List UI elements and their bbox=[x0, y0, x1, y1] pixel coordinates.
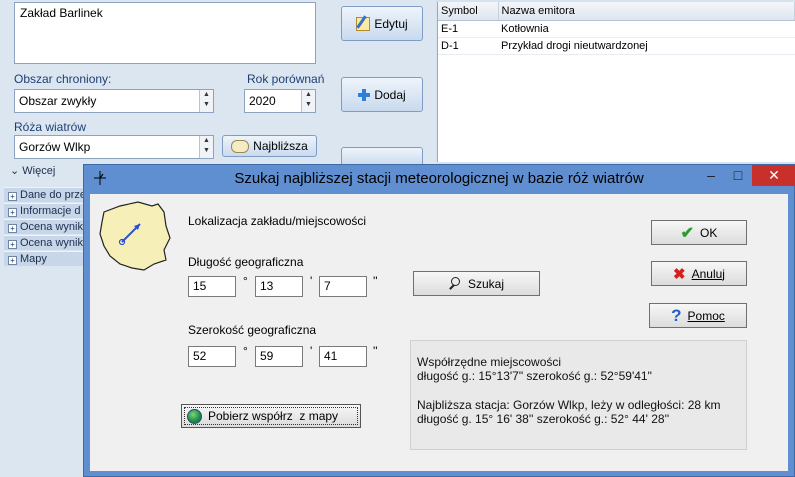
longitude-minutes-input[interactable]: 13 bbox=[255, 276, 303, 297]
degree-symbol: ° bbox=[243, 344, 248, 358]
latitude-minutes-input[interactable]: 59 bbox=[255, 346, 303, 367]
add-button-label: Dodaj bbox=[374, 87, 406, 102]
table-cell: E-1 bbox=[438, 20, 498, 38]
protected-area-value: Obszar zwykły bbox=[19, 94, 97, 108]
edit-button-label: Edytuj bbox=[374, 16, 408, 31]
chevron-down-icon: ⌄ bbox=[10, 165, 23, 177]
facility-name-field[interactable]: Zakład Barlinek bbox=[14, 2, 316, 64]
search-icon bbox=[449, 277, 462, 290]
search-button[interactable]: Szukaj bbox=[413, 271, 540, 296]
ok-button-label: OK bbox=[700, 225, 718, 240]
longitude-seconds-input[interactable]: 7 bbox=[319, 276, 367, 297]
add-icon bbox=[358, 88, 371, 101]
longitude-label: Długość geograficzna bbox=[188, 255, 304, 269]
get-coords-button-label: Pobierz współrz z mapy bbox=[208, 409, 339, 423]
year-stepper[interactable]: 2020 ▲ ▼ bbox=[244, 89, 316, 113]
result-info-panel: Współrzędne miejscowości długość g.: 15°… bbox=[410, 340, 747, 450]
emitters-grid[interactable]: Symbol Nazwa emitora E-1 Kotłownia D-1 P… bbox=[437, 2, 795, 162]
year-label: Rok porównań bbox=[247, 72, 325, 86]
table-cell: Przykład drogi nieutwardzonej bbox=[498, 37, 795, 55]
year-spin-icon[interactable]: ▲ ▼ bbox=[301, 90, 315, 112]
table-cell: D-1 bbox=[438, 37, 498, 55]
get-coords-from-map-button[interactable]: Pobierz współrz z mapy bbox=[181, 404, 361, 428]
cross-icon: ✖ bbox=[673, 265, 686, 283]
year-value: 2020 bbox=[249, 94, 276, 108]
protected-area-spin-icon[interactable]: ▲ ▼ bbox=[199, 90, 213, 112]
ok-button[interactable]: ✔ OK bbox=[651, 220, 747, 245]
info-line: długość g.: 15°13'7" szerokość g.: 52°59… bbox=[417, 369, 652, 383]
nearest-station-dialog: Szukaj najbliższej stacji meteorologiczn… bbox=[83, 164, 795, 477]
help-button-label: Pomoc bbox=[687, 308, 725, 323]
help-icon: ? bbox=[671, 305, 682, 325]
latitude-label: Szerokość geograficzna bbox=[188, 323, 317, 337]
latitude-seconds-input[interactable]: 41 bbox=[319, 346, 367, 367]
table-cell: Kotłownia bbox=[498, 20, 795, 38]
windrose-spin-icon[interactable]: ▲ ▼ bbox=[199, 136, 213, 158]
poland-map-icon bbox=[99, 201, 171, 271]
expand-icon: + bbox=[8, 192, 17, 201]
close-button[interactable]: ✕ bbox=[752, 165, 795, 186]
dialog-content: Lokalizacja zakładu/miejscowości Długość… bbox=[90, 194, 788, 471]
checkmark-icon: ✔ bbox=[680, 224, 695, 242]
protected-area-select[interactable]: Obszar zwykły ▲ ▼ bbox=[14, 89, 214, 113]
latitude-degrees-input[interactable]: 52 bbox=[188, 346, 236, 367]
compass-icon bbox=[231, 139, 250, 153]
table-row[interactable]: E-1 Kotłownia bbox=[438, 20, 795, 38]
more-toggle[interactable]: ⌄ Więcej bbox=[10, 164, 55, 177]
maximize-button[interactable]: □ bbox=[725, 165, 751, 186]
dialog-title: Szukaj najbliższej stacji meteorologiczn… bbox=[234, 170, 644, 187]
cancel-button[interactable]: ✖ Anuluj bbox=[651, 261, 747, 286]
info-line: Współrzędne miejscowości bbox=[417, 355, 562, 369]
nearest-button-label: Najbliższa bbox=[253, 139, 308, 153]
column-header-symbol[interactable]: Symbol bbox=[438, 2, 499, 21]
search-button-label: Szukaj bbox=[467, 276, 505, 291]
info-line: Najbliższa stacja: Gorzów Wlkp, leży w o… bbox=[417, 398, 721, 412]
globe-icon bbox=[187, 408, 202, 424]
expand-icon: + bbox=[8, 224, 17, 233]
minute-symbol: ' bbox=[310, 274, 313, 288]
expand-icon: + bbox=[8, 256, 17, 265]
expand-icon: + bbox=[8, 208, 17, 217]
table-row[interactable]: D-1 Przykład drogi nieutwardzonej bbox=[438, 37, 795, 55]
expand-icon: + bbox=[8, 240, 17, 249]
more-label: Więcej bbox=[22, 165, 56, 177]
windrose-value: Gorzów Wlkp bbox=[19, 140, 91, 154]
second-symbol: '' bbox=[373, 274, 378, 288]
help-button[interactable]: ? Pomoc bbox=[649, 303, 747, 328]
info-line: długość g. 15° 16' 38'' szerokość g.: 52… bbox=[417, 412, 670, 426]
protected-area-label: Obszar chroniony: bbox=[14, 72, 112, 86]
nearest-button[interactable]: Najbliższa bbox=[222, 135, 317, 157]
column-header-emitter-name[interactable]: Nazwa emitora bbox=[498, 2, 795, 21]
longitude-degrees-input[interactable]: 15 bbox=[188, 276, 236, 297]
windrose-label: Róża wiatrów bbox=[14, 120, 87, 134]
minute-symbol: ' bbox=[310, 344, 313, 358]
add-button[interactable]: Dodaj bbox=[341, 77, 423, 112]
edit-button[interactable]: Edytuj bbox=[341, 6, 423, 41]
degree-symbol: ° bbox=[243, 274, 248, 288]
edit-icon bbox=[356, 14, 371, 31]
cancel-button-label: Anuluj bbox=[691, 266, 725, 281]
minimize-button[interactable]: – bbox=[698, 165, 724, 186]
location-label: Lokalizacja zakładu/miejscowości bbox=[188, 214, 367, 228]
second-symbol: '' bbox=[373, 344, 378, 358]
windrose-select[interactable]: Gorzów Wlkp ▲ ▼ bbox=[14, 135, 214, 159]
